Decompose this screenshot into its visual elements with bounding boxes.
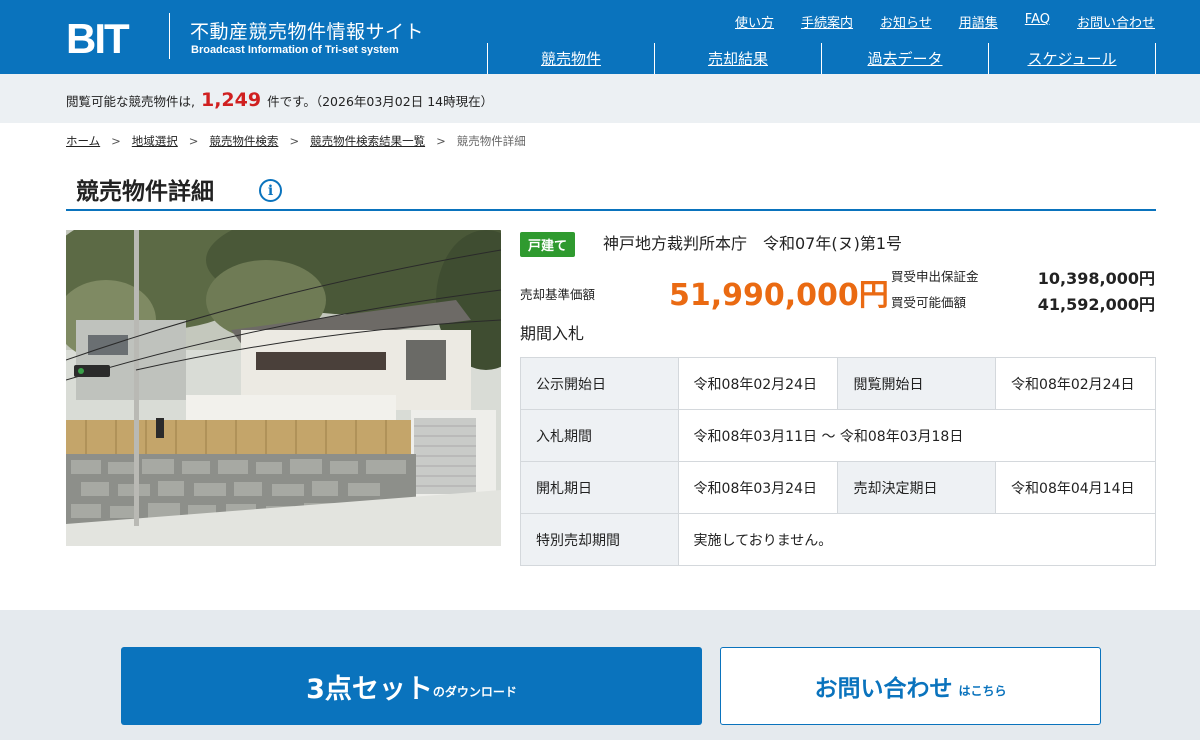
count-prefix: 閲覧可能な競売物件は, bbox=[66, 94, 195, 109]
nav-link-auction[interactable]: 競売物件 bbox=[541, 48, 601, 69]
table-row: 特別売却期間 実施しておりません。 bbox=[520, 513, 1157, 566]
util-link-glossary[interactable]: 用語集 bbox=[959, 12, 998, 31]
announce-start-label: 公示開始日 bbox=[520, 357, 679, 410]
table-row: 公示開始日 令和08年02月24日 閲覧開始日 令和08年02月24日 bbox=[520, 357, 1156, 410]
deposit-value: 10,398,000円 bbox=[1037, 269, 1155, 288]
download-3pt-set-button[interactable]: 3点セット のダウンロード bbox=[121, 647, 702, 725]
special-sale-label: 特別売却期間 bbox=[520, 513, 679, 566]
court-case-number: 神戸地方裁判所本庁 令和07年(ヌ)第1号 bbox=[603, 234, 903, 253]
min-bid-price-value: 41,592,000円 bbox=[1037, 295, 1155, 314]
base-price-label: 売却基準価額 bbox=[520, 287, 596, 302]
opening-date-value: 令和08年03月24日 bbox=[677, 461, 839, 514]
nav-item-auction: 競売物件 bbox=[487, 43, 654, 74]
viewing-start-label: 閲覧開始日 bbox=[837, 357, 997, 410]
house-photo-illustration bbox=[66, 230, 501, 546]
site-header: BIT 不動産競売物件情報サイト Broadcast Information o… bbox=[0, 0, 1200, 74]
contact-button[interactable]: お問い合わせ はこちら bbox=[720, 647, 1101, 725]
util-link-faq[interactable]: FAQ bbox=[1025, 12, 1050, 31]
util-link-procedure[interactable]: 手続案内 bbox=[801, 12, 853, 31]
contact-button-main-label: お問い合わせ bbox=[814, 676, 953, 702]
info-icon[interactable]: i bbox=[259, 179, 282, 202]
main-nav: 競売物件 売却結果 過去データ スケジュール bbox=[487, 43, 1156, 74]
bid-period-label: 入札期間 bbox=[520, 409, 679, 462]
title-underline bbox=[66, 209, 1156, 211]
util-link-contact[interactable]: お問い合わせ bbox=[1077, 12, 1155, 31]
announce-start-value: 令和08年02月24日 bbox=[677, 357, 839, 410]
nav-item-results: 売却結果 bbox=[654, 43, 821, 74]
bid-method: 期間入札 bbox=[520, 324, 585, 343]
special-sale-value: 実施しておりません。 bbox=[677, 513, 1157, 566]
opening-date-label: 開札期日 bbox=[520, 461, 679, 514]
schedule-table: 公示開始日 令和08年02月24日 閲覧開始日 令和08年02月24日 入札期間… bbox=[520, 357, 1157, 566]
nav-link-past-data[interactable]: 過去データ bbox=[867, 48, 942, 69]
breadcrumb-separator: > bbox=[111, 134, 121, 148]
property-count-number: 1,249 bbox=[200, 89, 262, 111]
page-title: 競売物件詳細 bbox=[76, 179, 214, 205]
breadcrumb-separator: > bbox=[436, 134, 446, 148]
nav-item-schedule: スケジュール bbox=[988, 43, 1156, 74]
download-button-main-label: 3点セット bbox=[306, 673, 433, 705]
nav-item-past-data: 過去データ bbox=[821, 43, 988, 74]
min-bid-price-label: 買受可能価額 bbox=[891, 295, 967, 310]
breadcrumb-separator: > bbox=[289, 134, 300, 148]
breadcrumb-separator: > bbox=[188, 134, 199, 148]
sale-decision-label: 売却決定期日 bbox=[837, 461, 997, 514]
base-price-value: 51,990,000円 bbox=[669, 278, 889, 313]
utility-nav: 使い方 手続案内 お知らせ 用語集 FAQ お問い合わせ bbox=[708, 12, 1155, 31]
breadcrumb-region[interactable]: 地域選択 bbox=[132, 133, 178, 149]
breadcrumb-results[interactable]: 競売物件検索結果一覧 bbox=[310, 133, 425, 149]
site-title: 不動産競売物件情報サイト bbox=[190, 21, 425, 43]
breadcrumb-search[interactable]: 競売物件検索 bbox=[209, 133, 278, 149]
logo-text: BIT bbox=[66, 15, 130, 57]
table-row: 開札期日 令和08年03月24日 売却決定期日 令和08年04月14日 bbox=[520, 461, 1156, 514]
breadcrumb-current: 競売物件詳細 bbox=[456, 134, 526, 148]
contact-button-sub-label: はこちら bbox=[958, 683, 1007, 698]
property-type-badge: 戸建て bbox=[520, 232, 576, 257]
breadcrumb-home[interactable]: ホーム bbox=[66, 133, 100, 149]
site-subtitle: Broadcast Information of Tri-set system bbox=[191, 44, 399, 56]
logo-divider bbox=[169, 13, 170, 59]
nav-link-schedule[interactable]: スケジュール bbox=[1028, 48, 1117, 69]
breadcrumb: ホーム > 地域選択 > 競売物件検索 > 競売物件検索結果一覧 > 競売物件詳… bbox=[66, 133, 526, 149]
property-count-bar: 閲覧可能な競売物件は, 1,249 件です。（2026年03月02日 14時現在… bbox=[0, 74, 1200, 123]
util-link-howto[interactable]: 使い方 bbox=[735, 12, 774, 31]
download-button-sub-label: のダウンロード bbox=[432, 684, 517, 699]
viewing-start-value: 令和08年02月24日 bbox=[995, 357, 1156, 410]
util-link-news[interactable]: お知らせ bbox=[880, 12, 932, 31]
property-count-text: 閲覧可能な競売物件は, 1,249 件です。（2026年03月02日 14時現在… bbox=[66, 89, 493, 111]
deposit-label: 買受申出保証金 bbox=[891, 269, 979, 284]
table-row: 入札期間 令和08年03月11日 ～ 令和08年03月18日 bbox=[520, 409, 1157, 462]
nav-link-results[interactable]: 売却結果 bbox=[708, 48, 768, 69]
property-photo[interactable] bbox=[66, 230, 501, 546]
sale-decision-value: 令和08年04月14日 bbox=[995, 461, 1156, 514]
bit-logo[interactable]: BIT bbox=[66, 15, 148, 57]
count-suffix: 件です。（2026年03月02日 14時現在） bbox=[267, 94, 494, 109]
bid-period-value: 令和08年03月11日 ～ 令和08年03月18日 bbox=[677, 409, 1157, 462]
